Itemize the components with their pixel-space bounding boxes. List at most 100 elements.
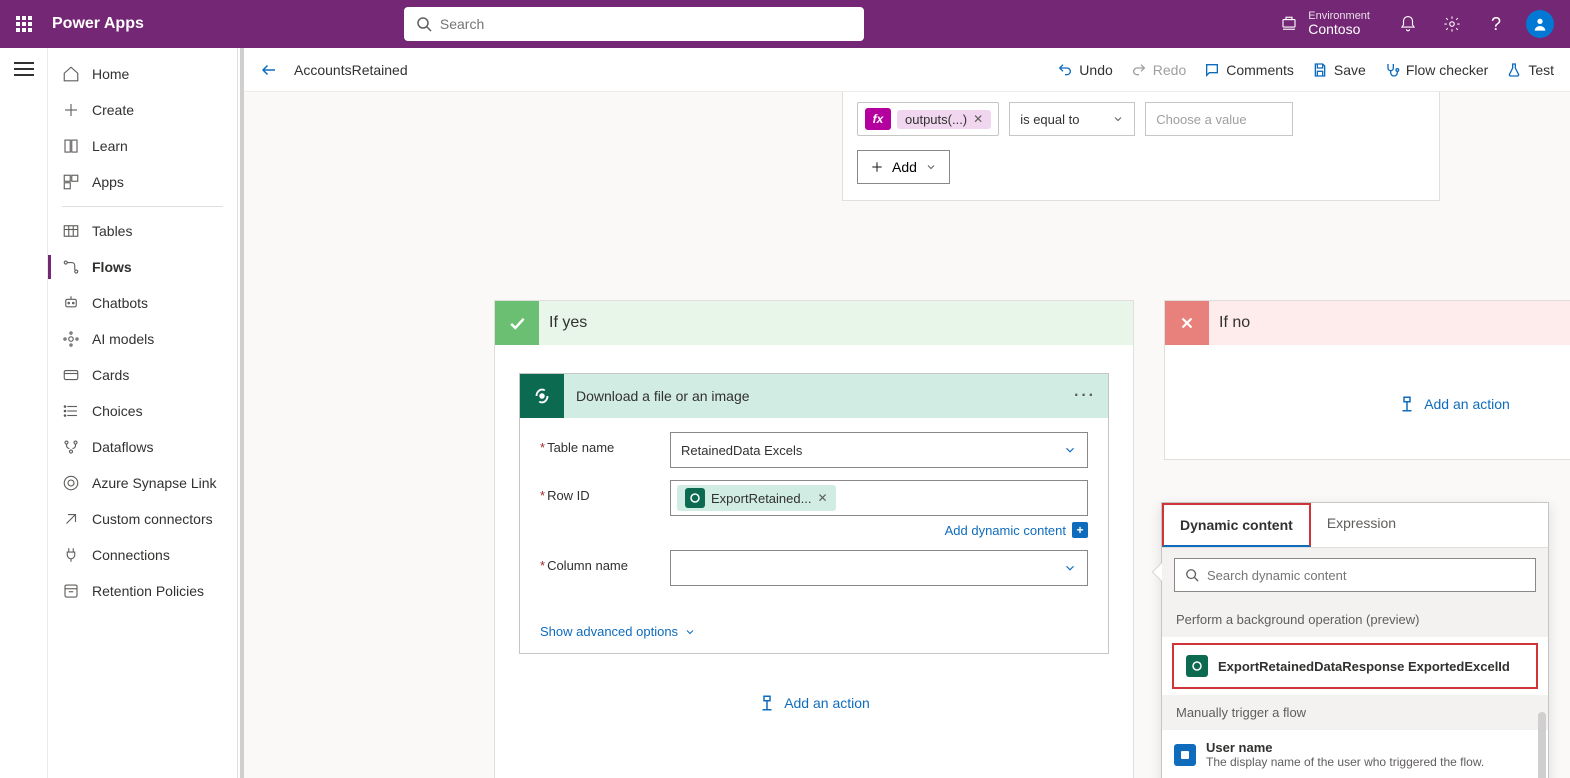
column-name-dropdown[interactable] — [670, 550, 1088, 586]
nav-flows[interactable]: Flows — [48, 249, 237, 285]
connector-icon — [62, 510, 80, 528]
global-search-input[interactable] — [440, 16, 852, 32]
add-action-button[interactable]: Add an action — [495, 694, 1133, 712]
dynamic-content-search[interactable] — [1174, 558, 1536, 592]
add-condition-row-button[interactable]: Add — [857, 150, 950, 184]
nav-label: Choices — [92, 403, 143, 419]
x-icon — [1165, 301, 1209, 345]
waffle-icon — [16, 16, 32, 32]
nav-cards[interactable]: Cards — [48, 357, 237, 393]
action-title: Download a file or an image — [576, 388, 750, 404]
if-yes-header[interactable]: If yes — [495, 301, 1133, 345]
nav-dataflows[interactable]: Dataflows — [48, 429, 237, 465]
search-icon — [1185, 568, 1199, 582]
tab-expression[interactable]: Expression — [1311, 503, 1412, 547]
add-dynamic-content-link[interactable]: Add dynamic content — [945, 523, 1066, 538]
dyn-item-user-name[interactable]: User name The display name of the user w… — [1162, 730, 1548, 778]
search-icon — [416, 16, 432, 32]
global-search[interactable] — [404, 7, 864, 41]
action-card-header[interactable]: Download a file or an image ··· — [520, 374, 1108, 418]
nav-label: Custom connectors — [92, 511, 213, 527]
flow-canvas[interactable]: fx outputs(...) ✕ is equal to Choose a v… — [244, 92, 1570, 778]
table-icon — [62, 222, 80, 240]
add-dynamic-content-icon[interactable]: + — [1072, 522, 1088, 538]
dynamic-content-search-input[interactable] — [1207, 568, 1525, 583]
retention-icon — [62, 582, 80, 600]
dyn-scrollbar[interactable] — [1538, 712, 1546, 778]
chatbot-icon — [62, 294, 80, 312]
condition-left-operand[interactable]: fx outputs(...) ✕ — [857, 102, 999, 136]
if-yes-branch: If yes Download a file or an image ··· — [494, 300, 1134, 778]
callout-pointer — [1153, 563, 1162, 581]
dyn-group-header: Manually trigger a flow — [1162, 695, 1548, 730]
nav-choices[interactable]: Choices — [48, 393, 237, 429]
remove-token-button[interactable]: ✕ — [817, 491, 827, 505]
book-icon — [62, 137, 80, 155]
save-button[interactable]: Save — [1312, 62, 1366, 78]
nav-tables[interactable]: Tables — [48, 213, 237, 249]
left-rail — [0, 48, 48, 778]
environment-picker[interactable]: Environment Contoso — [1264, 10, 1386, 37]
chevron-down-icon — [925, 161, 937, 173]
test-button[interactable]: Test — [1506, 62, 1554, 78]
condition-value-input[interactable]: Choose a value — [1145, 102, 1293, 136]
flow-trigger-icon — [1174, 744, 1196, 766]
tab-dynamic-content[interactable]: Dynamic content — [1162, 503, 1311, 547]
show-advanced-options-link[interactable]: Show advanced options — [540, 624, 696, 653]
nav-label: Connections — [92, 547, 170, 563]
nav-label: AI models — [92, 331, 154, 347]
back-button[interactable] — [260, 61, 278, 79]
comment-icon — [1204, 62, 1220, 78]
dynamic-token[interactable]: ExportRetained... ✕ — [677, 485, 836, 511]
condition-operator-dropdown[interactable]: is equal to — [1009, 102, 1135, 136]
nav-label: Apps — [92, 174, 124, 190]
if-no-header[interactable]: If no — [1165, 301, 1570, 345]
dataverse-icon — [685, 488, 705, 508]
remove-token-button[interactable]: ✕ — [973, 112, 983, 126]
nav-toggle-button[interactable] — [14, 62, 34, 76]
comments-button[interactable]: Comments — [1204, 62, 1294, 78]
nav-apps[interactable]: Apps — [48, 164, 237, 200]
table-name-dropdown[interactable]: RetainedData Excels — [670, 432, 1088, 468]
nav-connectors[interactable]: Custom connectors — [48, 501, 237, 537]
add-action-button[interactable]: Add an action — [1165, 395, 1570, 413]
nav-create[interactable]: Create — [48, 92, 237, 128]
nav-chatbots[interactable]: Chatbots — [48, 285, 237, 321]
notifications-button[interactable] — [1386, 0, 1430, 48]
undo-button[interactable]: Undo — [1057, 62, 1112, 78]
account-button[interactable] — [1518, 0, 1562, 48]
list-icon — [62, 402, 80, 420]
nav-home[interactable]: Home — [48, 56, 237, 92]
nav-label: Cards — [92, 367, 129, 383]
column-name-label: Column name — [547, 558, 628, 573]
settings-button[interactable] — [1430, 0, 1474, 48]
nav-retention[interactable]: Retention Policies — [48, 573, 237, 609]
row-id-input[interactable]: ExportRetained... ✕ — [670, 480, 1088, 516]
chevron-down-icon — [1063, 561, 1077, 575]
chevron-down-icon — [1063, 443, 1077, 457]
help-icon: ? — [1491, 14, 1501, 35]
dyn-item-exported-excel-id[interactable]: ExportRetainedDataResponse ExportedExcel… — [1172, 643, 1538, 689]
dyn-group-header: Perform a background operation (preview) — [1162, 602, 1548, 637]
nav-synapse[interactable]: Azure Synapse Link — [48, 465, 237, 501]
help-button[interactable]: ? — [1474, 0, 1518, 48]
nav-label: Tables — [92, 223, 132, 239]
dataverse-icon — [520, 374, 564, 418]
flow-checker-button[interactable]: Flow checker — [1384, 62, 1488, 78]
plus-icon — [870, 160, 884, 174]
action-more-button[interactable]: ··· — [1074, 387, 1096, 405]
avatar-icon — [1526, 10, 1554, 38]
app-launcher-button[interactable] — [0, 0, 48, 48]
nav-learn[interactable]: Learn — [48, 128, 237, 164]
nav-label: Azure Synapse Link — [92, 475, 217, 491]
nav-ai-models[interactable]: AI models — [48, 321, 237, 357]
app-title: Power Apps — [52, 15, 144, 33]
nav-connections[interactable]: Connections — [48, 537, 237, 573]
card-icon — [62, 366, 80, 384]
row-id-label: Row ID — [547, 488, 590, 503]
dataverse-icon — [1186, 655, 1208, 677]
undo-icon — [1057, 62, 1073, 78]
nav-label: Dataflows — [92, 439, 153, 455]
expression-token[interactable]: outputs(...) ✕ — [897, 110, 991, 129]
command-bar: AccountsRetained Undo Redo Comments Save… — [244, 48, 1570, 92]
